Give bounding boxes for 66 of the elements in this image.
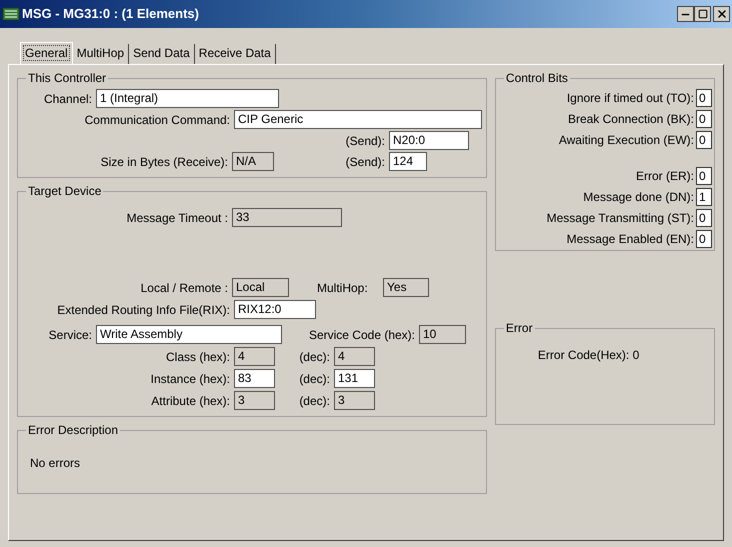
text-field[interactable]: N20:0 bbox=[389, 131, 469, 150]
field-label: MultiHop: bbox=[317, 280, 368, 296]
tab[interactable]: Send Data bbox=[129, 44, 195, 64]
bit-value-field: 1 bbox=[696, 188, 712, 206]
group-title: Error bbox=[504, 320, 534, 337]
text-field[interactable]: 124 bbox=[389, 152, 427, 171]
bit-label: Message Transmitting (ST): bbox=[546, 210, 695, 227]
maximize-icon bbox=[698, 9, 708, 19]
field-label: (dec): bbox=[299, 370, 330, 388]
text-field[interactable]: Local bbox=[232, 278, 289, 297]
text-field[interactable]: 33 bbox=[232, 208, 342, 227]
bit-label: Break Connection (BK): bbox=[568, 111, 695, 128]
bit-value-field: 0 bbox=[696, 110, 712, 128]
field-label: Extended Routing Info File(RIX): bbox=[57, 302, 230, 318]
field-label: Instance (hex): bbox=[150, 370, 230, 388]
bit-label: Error (ER): bbox=[636, 168, 695, 185]
bit-value-field: 0 bbox=[696, 209, 712, 227]
group-title: This Controller bbox=[27, 70, 108, 87]
close-button[interactable] bbox=[713, 6, 730, 22]
text-field[interactable]: Yes bbox=[383, 278, 429, 297]
bit-label: Message done (DN): bbox=[583, 189, 695, 206]
text-field[interactable]: 3 bbox=[234, 391, 275, 410]
bit-label: Awaiting Execution (EW): bbox=[558, 132, 695, 149]
text-field[interactable]: 4 bbox=[234, 347, 275, 366]
app-icon bbox=[2, 6, 20, 22]
text-field[interactable]: 10 bbox=[419, 325, 466, 344]
tab[interactable]: General bbox=[20, 42, 73, 64]
tab[interactable]: Receive Data bbox=[194, 44, 276, 64]
field-label: Size in Bytes (Receive): bbox=[100, 154, 228, 170]
group-title: Target Device bbox=[27, 183, 102, 200]
field-label: Attribute (hex): bbox=[151, 392, 230, 410]
text-field[interactable]: 3 bbox=[334, 391, 375, 410]
window-title: MSG - MG31:0 : (1 Elements) bbox=[22, 5, 199, 24]
tab[interactable]: MultiHop bbox=[72, 44, 130, 64]
field-label: (Send): bbox=[346, 132, 385, 150]
text-field[interactable]: RIX12:0 bbox=[234, 300, 316, 319]
field-label: Class (hex): bbox=[166, 348, 230, 366]
error-code-text: Error Code(Hex): 0 bbox=[538, 348, 640, 362]
text-field[interactable]: 1 (Integral) bbox=[96, 89, 279, 108]
field-label: Communication Command: bbox=[84, 112, 230, 128]
field-label: Service Code (hex): bbox=[308, 326, 415, 344]
text-field[interactable]: Write Assembly bbox=[96, 325, 282, 344]
error-description-text: No errors bbox=[30, 456, 80, 470]
minimize-button[interactable] bbox=[677, 6, 694, 22]
group-title: Control Bits bbox=[504, 70, 569, 87]
text-field[interactable]: 4 bbox=[334, 347, 375, 366]
bit-value-field: 0 bbox=[696, 167, 712, 185]
field-label: (Send): bbox=[346, 154, 385, 170]
field-label: Channel: bbox=[44, 90, 92, 108]
field-label: (dec): bbox=[299, 392, 330, 410]
bit-label: Message Enabled (EN): bbox=[566, 231, 695, 248]
text-field[interactable]: N/A bbox=[232, 152, 274, 171]
bit-value-field: 0 bbox=[696, 89, 712, 107]
field-label: Local / Remote : bbox=[140, 280, 228, 296]
field-label: Service: bbox=[48, 326, 92, 344]
text-field[interactable]: CIP Generic bbox=[234, 110, 482, 129]
field-label: (dec): bbox=[299, 348, 330, 366]
bit-value-field: 0 bbox=[696, 230, 712, 248]
text-field[interactable]: 131 bbox=[334, 369, 375, 388]
group-title: Error Description bbox=[27, 422, 120, 439]
text-field[interactable]: 83 bbox=[234, 369, 275, 388]
close-icon bbox=[716, 8, 728, 20]
field-label: Message Timeout : bbox=[126, 210, 228, 226]
bit-label: Ignore if timed out (TO): bbox=[566, 90, 695, 107]
maximize-button[interactable] bbox=[694, 6, 711, 22]
bit-value-field: 0 bbox=[696, 131, 712, 149]
